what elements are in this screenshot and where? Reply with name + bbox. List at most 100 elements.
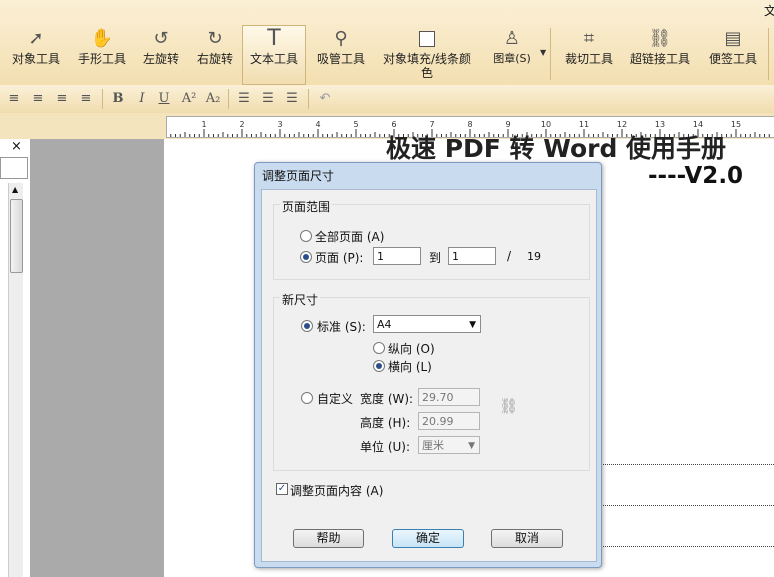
eyedropper-tool-button[interactable]: ⚲ 吸管工具 bbox=[312, 26, 370, 84]
rotate-left-icon: ↺ bbox=[153, 28, 169, 49]
toolbar-separator bbox=[228, 89, 229, 109]
help-button[interactable]: 帮助 bbox=[293, 529, 364, 548]
ruler-label: 2 bbox=[239, 120, 244, 129]
ruler-label: 3 bbox=[277, 120, 282, 129]
landscape-label: 横向 (L) bbox=[388, 360, 432, 374]
italic-button[interactable]: I bbox=[134, 89, 150, 109]
stamp-dropdown-arrow-icon[interactable]: ▼ bbox=[540, 48, 546, 57]
rotate-right-icon: ↻ bbox=[207, 28, 223, 49]
slash-label: / bbox=[507, 249, 512, 263]
new-size-label: 新尺寸 bbox=[280, 291, 321, 308]
crop-icon: ⌗ bbox=[583, 28, 595, 49]
all-pages-label: 全部页面 (A) bbox=[315, 230, 385, 244]
page-range-label: 页面范围 bbox=[280, 198, 333, 215]
ruler-label: 4 bbox=[315, 120, 320, 129]
pages-label: 页面 (P): bbox=[315, 251, 364, 265]
height-input[interactable]: 20.99 bbox=[418, 412, 480, 430]
standard-size-label: 标准 (S): bbox=[317, 320, 366, 334]
dropdown-arrow-icon: ▼ bbox=[468, 441, 475, 451]
custom-size-radio[interactable] bbox=[301, 392, 313, 404]
align-center-icon[interactable]: ≡ bbox=[30, 89, 46, 109]
all-pages-radio[interactable] bbox=[300, 230, 312, 242]
crop-tool-button[interactable]: ⌗ 裁切工具 bbox=[560, 26, 618, 84]
line-spacing-1-icon[interactable]: ☰ bbox=[236, 89, 252, 109]
link-icon: ⛓ bbox=[648, 28, 672, 49]
rotate-left-button[interactable]: ↺ 左旋转 bbox=[138, 26, 184, 84]
panel-input[interactable] bbox=[0, 157, 28, 179]
toolbar-separator bbox=[308, 89, 309, 109]
stamp-icon: ♙ bbox=[503, 28, 521, 49]
hyperlink-tool-button[interactable]: ⛓ 超链接工具 bbox=[626, 26, 694, 84]
dotted-line bbox=[600, 464, 774, 465]
canvas-background bbox=[31, 139, 164, 577]
unit-select[interactable]: 厘米 ▼ bbox=[418, 436, 480, 454]
dialog-title: 调整页面尺寸 bbox=[262, 169, 335, 183]
cancel-button[interactable]: 取消 bbox=[491, 529, 563, 548]
window-title-fragment: 文 bbox=[764, 4, 774, 18]
to-label: 到 bbox=[429, 251, 442, 265]
notepad-icon: ▤ bbox=[724, 28, 742, 49]
align-right-icon[interactable]: ≡ bbox=[54, 89, 70, 109]
width-label: 宽度 (W): bbox=[360, 392, 414, 406]
document-version: ----V2.0 bbox=[648, 163, 744, 189]
page-to-input[interactable]: 1 bbox=[448, 247, 496, 265]
ruler-label: 11 bbox=[579, 120, 589, 129]
scrollbar-thumb[interactable] bbox=[10, 199, 23, 273]
page-from-input[interactable]: 1 bbox=[373, 247, 421, 265]
line-spacing-2-icon[interactable]: ☰ bbox=[260, 89, 276, 109]
fill-stroke-color-button[interactable]: 对象填充/线条颜 色 bbox=[378, 26, 476, 84]
stamp-tool-button[interactable]: ♙ 图章(S) bbox=[484, 26, 540, 84]
portrait-label: 纵向 (O) bbox=[388, 342, 435, 356]
ruler-label: 13 bbox=[655, 120, 665, 129]
align-left-icon[interactable]: ≡ bbox=[6, 89, 22, 109]
underline-button[interactable]: U bbox=[156, 89, 172, 109]
standard-size-radio[interactable] bbox=[301, 320, 313, 332]
hand-tool-button[interactable]: ✋ 手形工具 bbox=[74, 26, 130, 84]
arrow-cursor-icon: ➚ bbox=[28, 28, 44, 49]
superscript-button[interactable]: A² bbox=[180, 89, 198, 109]
ruler-label: 14 bbox=[693, 120, 703, 129]
document-title: 极速 PDF 转 Word 使用手册 bbox=[386, 134, 727, 163]
toolbar-separator bbox=[102, 89, 103, 109]
undo-icon[interactable]: ↶ bbox=[316, 89, 334, 109]
line-spacing-3-icon[interactable]: ☰ bbox=[284, 89, 300, 109]
ruler-label: 7 bbox=[429, 120, 434, 129]
bold-button[interactable]: B bbox=[110, 89, 126, 109]
ruler-label: 10 bbox=[541, 120, 551, 129]
portrait-radio[interactable] bbox=[373, 342, 385, 354]
eyedropper-icon: ⚲ bbox=[334, 28, 348, 49]
text-t-icon: T bbox=[267, 26, 281, 51]
format-toolbar: ≡ ≡ ≡ ≡ B I U A² A₂ ☰ ☰ ☰ ↶ bbox=[0, 85, 774, 114]
pages-radio[interactable] bbox=[300, 251, 312, 263]
height-label: 高度 (H): bbox=[360, 416, 411, 430]
ok-button[interactable]: 确定 bbox=[392, 529, 464, 548]
chain-link-icon[interactable]: ⛓ bbox=[499, 397, 518, 415]
ruler-label: 15 bbox=[731, 120, 741, 129]
align-justify-icon[interactable]: ≡ bbox=[78, 89, 94, 109]
standard-size-select[interactable]: A4 ▼ bbox=[373, 315, 481, 333]
custom-size-label: 自定义 bbox=[317, 392, 354, 406]
adjust-content-label: 调整页面内容 (A) bbox=[290, 484, 384, 498]
ribbon-toolbar: 文 ➚ 对象工具 ✋ 手形工具 ↺ 左旋转 ↻ 右旋转 T 文本工具 ⚲ 吸管工… bbox=[0, 0, 774, 86]
text-tool-button[interactable]: T 文本工具 bbox=[242, 25, 306, 85]
hand-icon: ✋ bbox=[90, 28, 114, 49]
ruler-label: 1 bbox=[201, 120, 206, 129]
ruler-label: 9 bbox=[505, 120, 510, 129]
panel-scrollbar[interactable]: ▲ bbox=[8, 183, 23, 577]
panel-close-icon[interactable]: × bbox=[11, 139, 22, 154]
landscape-radio[interactable] bbox=[373, 360, 385, 372]
adjust-content-checkbox[interactable]: ✓ bbox=[276, 483, 288, 495]
object-tool-button[interactable]: ➚ 对象工具 bbox=[8, 26, 64, 84]
ruler-label: 12 bbox=[617, 120, 627, 129]
subscript-button[interactable]: A₂ bbox=[204, 89, 222, 109]
width-input[interactable]: 29.70 bbox=[418, 388, 480, 406]
ruler-label: 6 bbox=[391, 120, 396, 129]
scroll-up-icon[interactable]: ▲ bbox=[12, 185, 18, 194]
ruler-label: 5 bbox=[353, 120, 358, 129]
unit-label: 单位 (U): bbox=[360, 440, 411, 454]
color-square-icon bbox=[378, 26, 476, 52]
toolbar-separator bbox=[550, 28, 551, 80]
dotted-line bbox=[600, 505, 774, 506]
sticky-note-tool-button[interactable]: ▤ 便签工具 bbox=[704, 26, 762, 84]
rotate-right-button[interactable]: ↻ 右旋转 bbox=[192, 26, 238, 84]
